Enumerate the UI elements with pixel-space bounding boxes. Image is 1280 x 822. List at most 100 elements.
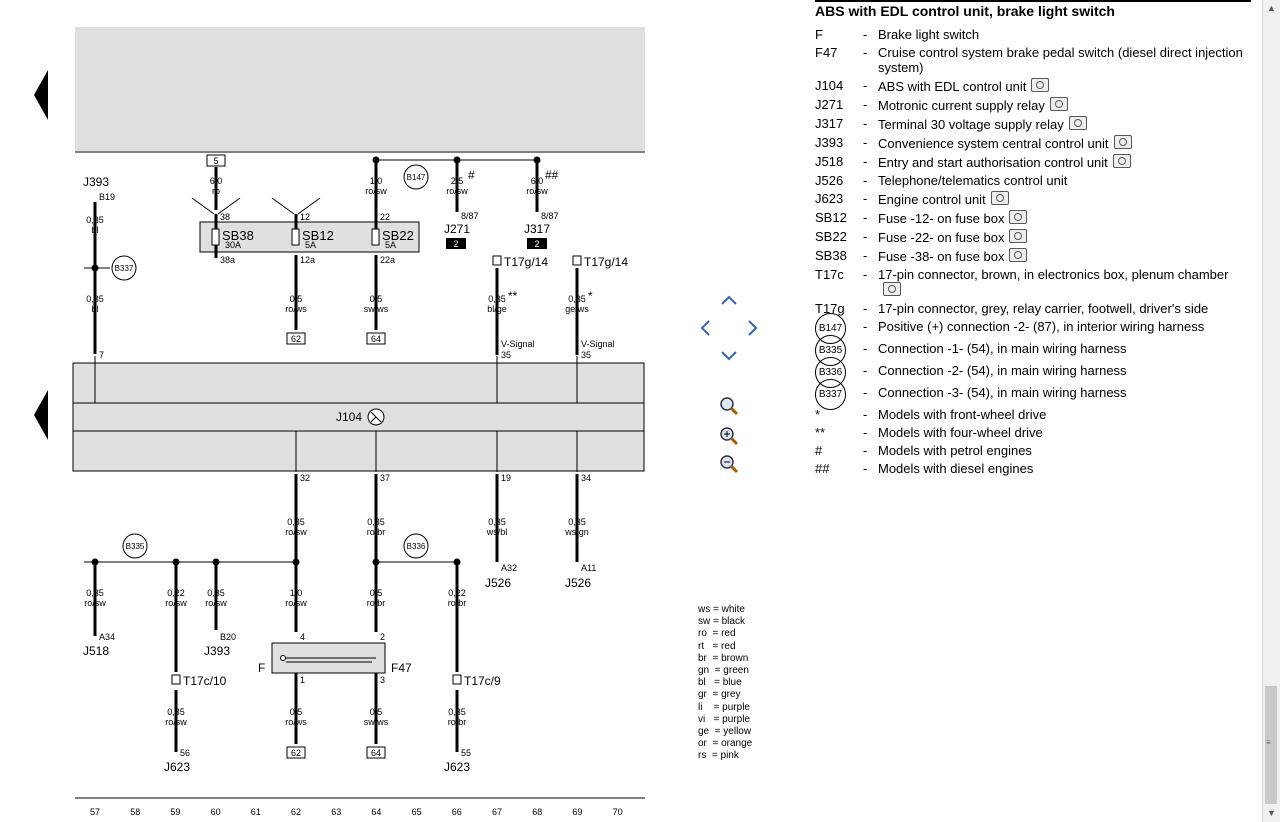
diagram-label: 1,0 [290,588,303,598]
legend-code: F [815,27,823,42]
legend-item: B147- Positive (+) connection -2- (87), i… [815,313,1251,344]
diagram-label: ro/br [448,598,467,608]
diagram-label: ro/sw [446,186,468,196]
diagram-label: 0,5 [290,707,303,717]
legend-item: B337- Connection -3- (54), in main wiring… [815,379,1251,410]
diagram-label: 8/87 [541,211,559,221]
zoom-fit-button[interactable] [719,396,739,416]
pan-down-button[interactable] [719,346,739,366]
diagram-label: ro/br [448,717,467,727]
diagram-label: 32 [300,473,310,483]
diagram-label: # [468,168,475,182]
pan-right-button[interactable] [743,318,763,338]
color-key-item: or = orange [698,738,753,750]
legend-dash: - [863,341,868,356]
legend-code: J271 [815,97,844,112]
diagram-label: 0,5 [290,294,303,304]
legend-code: J393 [815,135,844,150]
camera-icon[interactable] [1112,154,1131,168]
zoom-out-button[interactable] [719,454,739,474]
diagram-label: 37 [380,473,390,483]
ruler-number: 69 [572,807,582,817]
diagram-label: 35 [581,350,591,360]
legend-description: 17-pin connector, grey, relay carrier, f… [878,301,1209,316]
diagram-label: SB12 [302,228,334,243]
diagram-label: ro/ws [285,717,307,727]
legend-dash: - [863,27,868,42]
diagram-label: V-Signal [581,339,615,349]
diagram-label: V-Signal [501,339,535,349]
diagram-label: ro/sw [285,598,307,608]
legend-dash: - [863,135,868,150]
legend-dash: - [863,461,868,476]
diagram-label: 0,35 [287,517,305,527]
box-62a-label: 62 [291,334,301,344]
diagram-label: 22a [380,255,395,265]
legend-description: Models with petrol engines [878,443,1032,458]
diagram-label: J526 [565,576,591,590]
legend-item: J271 - Motronic current supply relay [815,97,1251,113]
color-key-item: rt = red [698,640,736,652]
camera-icon[interactable] [1009,248,1028,262]
vertical-scrollbar[interactable]: ▲ ≡ ▼ [1262,0,1280,822]
legend-code: J518 [815,154,844,169]
ruler-number: 57 [90,807,100,817]
diagram-label: 3 [380,675,385,685]
diagram-label: ro/sw [205,598,227,608]
camera-icon[interactable] [1113,135,1132,149]
legend-dash: - [863,229,868,244]
legend-description: Terminal 30 voltage supply relay [878,116,1251,132]
camera-icon[interactable] [1031,78,1050,92]
ruler-number: 60 [211,807,221,817]
legend-dash: - [863,319,868,334]
legend-item: J317 - Terminal 30 voltage supply relay [815,116,1251,132]
pan-up-button[interactable] [719,290,739,310]
scroll-down-icon[interactable]: ▼ [1263,805,1280,822]
ruler-number: 65 [412,807,422,817]
previous-page-arrow-icon[interactable] [34,70,48,120]
legend-title: ABS with EDL control unit, brake light s… [815,0,1251,19]
camera-icon[interactable] [1009,210,1028,224]
diagram-label: J526 [485,576,511,590]
previous-section-arrow-icon[interactable] [34,390,48,440]
legend-item: * - Models with front-wheel drive [815,407,1251,422]
legend-item: J623 - Engine control unit [815,191,1251,207]
camera-icon[interactable] [1009,229,1028,243]
color-key-item: ro = red [698,628,736,640]
diagram-label: ws/bl [486,527,508,537]
zoom-in-icon [720,427,739,446]
diagram-label: 6,0 [210,176,223,186]
diagram-label: ro/br [367,598,386,608]
legend-code: B337 [815,379,863,410]
scroll-up-icon[interactable]: ▲ [1263,0,1280,17]
color-key-item: ws = white [698,604,745,615]
legend-code: SB12 [815,210,847,225]
diagram-label: J317 [524,222,550,236]
camera-icon[interactable] [883,282,901,296]
zoom-in-button[interactable] [719,426,739,446]
zoom-fit-icon [720,397,739,416]
diagram-label: J271 [444,222,470,236]
diagram-label: 6,0 [531,176,544,186]
ruler-number: 61 [251,807,261,817]
legend-description: Fuse -38- on fuse box [878,248,1251,264]
legend-dash: - [863,173,868,188]
legend-code: B335 [815,335,863,366]
pan-left-button[interactable] [695,318,715,338]
legend-dash: - [863,248,868,263]
diagram-label: ro/sw [526,186,548,196]
camera-icon[interactable] [1049,97,1068,111]
legend-code: J623 [815,191,844,206]
legend-description: ABS with EDL control unit [878,78,1251,94]
camera-icon[interactable] [990,191,1009,205]
diagram-label: sw/ws [364,717,389,727]
legend-item: SB38 - Fuse -38- on fuse box [815,248,1251,264]
diagram-label: B336 [407,542,426,551]
box-2a-label: 2 [453,239,458,249]
box-64b-label: 64 [371,748,381,758]
camera-icon[interactable] [1068,116,1087,130]
color-key-item: bl = blue [698,677,742,689]
legend-description: Connection -1- (54), in main wiring harn… [878,341,1127,356]
legend-dash: - [863,267,868,282]
diagram-label: ro/br [367,527,386,537]
